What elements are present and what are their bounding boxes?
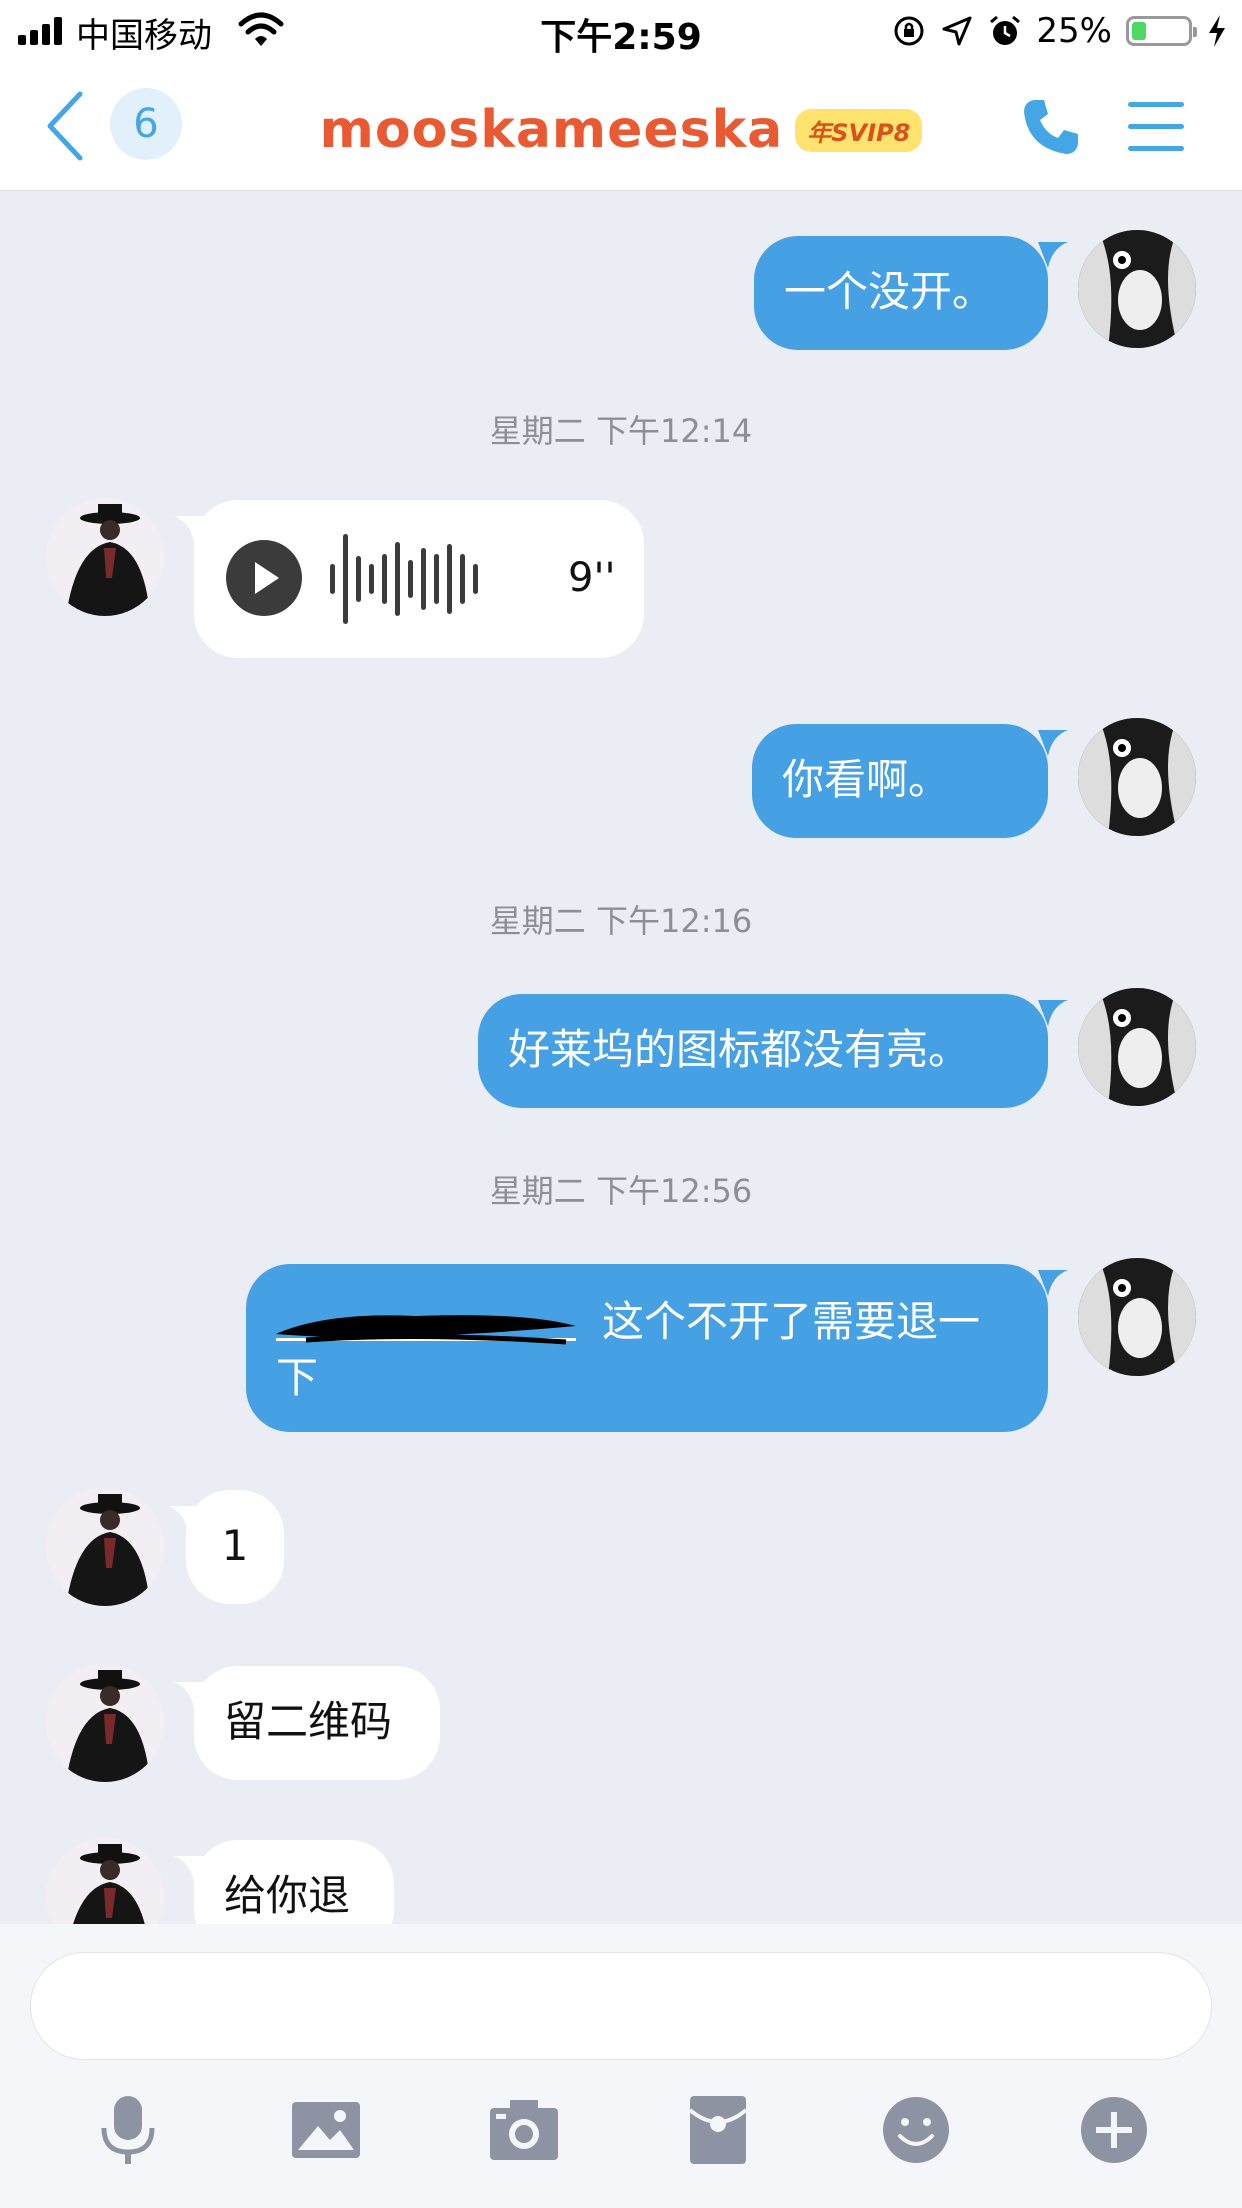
outgoing-message[interactable]: 好莱坞的图标都没有亮。 [478,994,1048,1108]
voice-duration: 9'' [568,555,616,601]
bubble-tail [1038,1270,1068,1296]
image-icon[interactable] [290,2094,362,2166]
play-icon[interactable] [226,540,302,616]
incoming-message[interactable]: 给你退 [194,1840,394,1924]
contact-avatar[interactable] [46,1488,164,1606]
timestamp: 星期二 下午12:56 [489,1172,753,1210]
my-avatar[interactable] [1078,230,1196,348]
message-input[interactable] [30,1952,1212,2060]
battery-icon [1126,16,1197,46]
camera-icon[interactable] [488,2094,560,2166]
bubble-tail [1038,1000,1068,1026]
contact-avatar[interactable] [46,1664,164,1782]
red-packet-icon[interactable] [682,2094,754,2166]
timestamp: 星期二 下午12:16 [489,902,753,940]
voice-waveform [330,534,480,624]
composer [0,1924,1242,2208]
contact-name[interactable]: mooskameeska [320,100,784,160]
voice-message[interactable]: 9'' [194,500,644,658]
my-avatar[interactable] [1078,1258,1196,1376]
menu-icon[interactable] [1128,102,1184,152]
bubble-tail [1038,242,1068,268]
alarm-icon [990,15,1021,45]
outgoing-message[interactable]: 这个不开了需要退一 下 [246,1264,1048,1432]
contact-avatar[interactable] [46,498,164,616]
redacted-link[interactable] [276,1294,576,1350]
microphone-icon[interactable] [92,2094,164,2166]
timestamp: 星期二 下午12:14 [489,412,753,450]
chat-header: 6 mooskameeska 年SVIP8 [0,62,1242,191]
vip-badge: 年SVIP8 [795,108,923,152]
status-bar: 中国移动 下午2:59 25% [0,0,1242,62]
incoming-message[interactable]: 留二维码 [194,1666,440,1780]
my-avatar[interactable] [1078,718,1196,836]
incoming-message[interactable]: 1 [186,1490,284,1604]
my-avatar[interactable] [1078,988,1196,1106]
emoji-icon[interactable] [880,2094,952,2166]
battery-percent: 25% [1036,11,1112,51]
charging-icon [1209,15,1225,47]
location-icon [942,16,972,46]
phone-icon[interactable] [1020,96,1082,158]
outgoing-message[interactable]: 你看啊。 [752,724,1048,838]
rotation-lock-icon [894,16,924,46]
plus-icon[interactable] [1078,2094,1150,2166]
message-line: 这个不开了需要退一 [602,1297,981,1346]
message-list[interactable]: 一个没开。 星期二 下午12:14 9'' 你看啊。 星期二 下午12:16 好… [0,191,1242,1924]
bubble-tail [1038,730,1068,756]
contact-avatar[interactable] [46,1838,164,1924]
outgoing-message[interactable]: 一个没开。 [754,236,1048,350]
message-line: 下 [276,1353,319,1402]
